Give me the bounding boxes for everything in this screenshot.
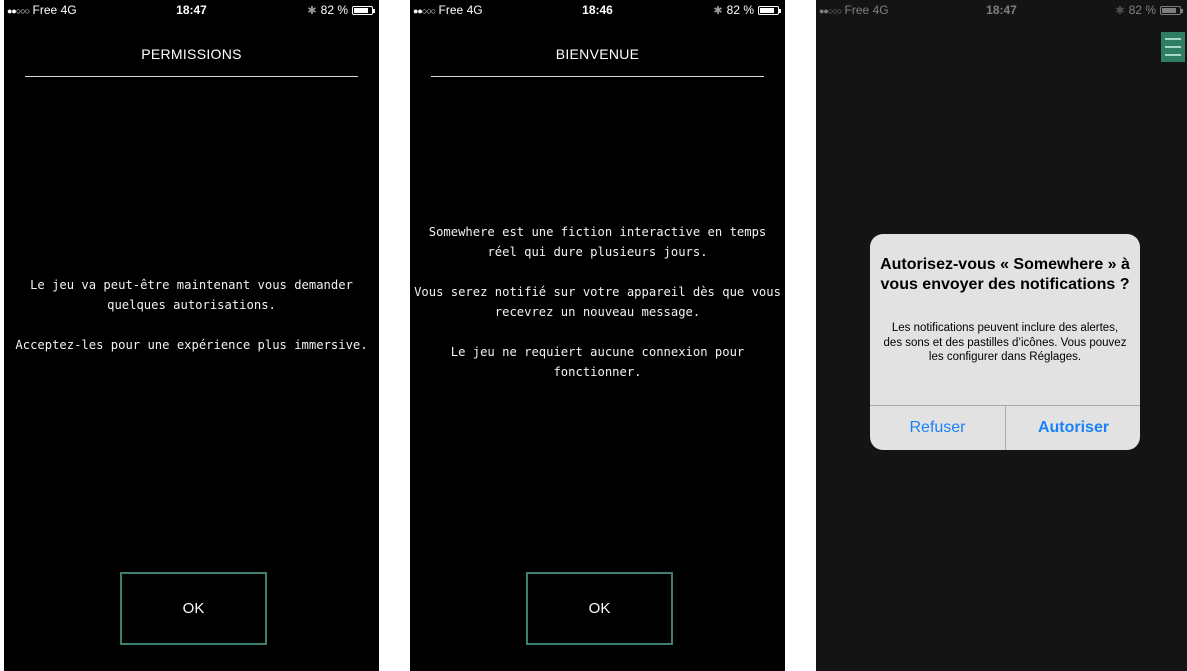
paragraph: Vous serez notifié sur votre appareil dè… xyxy=(414,285,781,319)
alert-title: Autorisez-vous « Somewhere » à vous envo… xyxy=(880,256,1130,293)
battery-fill xyxy=(1162,7,1176,13)
ok-button[interactable]: OK xyxy=(526,572,673,645)
allow-button[interactable]: Autoriser xyxy=(1006,406,1140,450)
intro-text: Somewhere est une fiction interactive en… xyxy=(414,222,781,382)
battery-fill xyxy=(760,7,774,13)
battery-icon xyxy=(1160,5,1183,15)
battery-icon xyxy=(352,5,375,15)
welcome-screen: ●●○○○ Free 4G 18:46 ✱ 82 % BIENVENUE Som… xyxy=(410,0,785,671)
paragraph: Somewhere est une fiction interactive en… xyxy=(428,225,767,259)
status-bar: ●●○○○ Free 4G 18:47 ✱ 82 % xyxy=(816,0,1187,20)
alert-message: Les notifications peuvent inclure des al… xyxy=(883,322,1127,363)
hamburger-menu-icon[interactable] xyxy=(1161,32,1185,62)
status-bar: ●●○○○ Free 4G 18:47 ✱ 82 % xyxy=(4,0,379,20)
battery-percent: 82 % xyxy=(1128,3,1156,17)
notification-alert-dialog: Autorisez-vous « Somewhere » à vous envo… xyxy=(870,234,1140,450)
refuse-button[interactable]: Refuser xyxy=(870,406,1005,450)
page-title: BIENVENUE xyxy=(555,46,640,62)
header-divider xyxy=(25,76,358,77)
bluetooth-icon: ✱ xyxy=(307,4,317,17)
permissions-screen: ●●○○○ Free 4G 18:47 ✱ 82 % PERMISSIONS L… xyxy=(4,0,379,671)
battery-icon xyxy=(758,5,781,15)
page-title: PERMISSIONS xyxy=(141,46,242,62)
bluetooth-icon: ✱ xyxy=(1115,4,1125,17)
header-divider xyxy=(431,76,764,77)
bluetooth-icon: ✱ xyxy=(713,4,723,17)
ok-button[interactable]: OK xyxy=(120,572,267,645)
paragraph: Le jeu va peut-être maintenant vous dema… xyxy=(30,278,353,312)
status-bar: ●●○○○ Free 4G 18:46 ✱ 82 % xyxy=(410,0,785,20)
battery-fill xyxy=(354,7,368,13)
intro-text: Le jeu va peut-être maintenant vous dema… xyxy=(8,275,375,355)
paragraph: Le jeu ne requiert aucune connexion pour… xyxy=(450,345,745,379)
battery-percent: 82 % xyxy=(726,3,754,17)
battery-percent: 82 % xyxy=(320,3,348,17)
paragraph: Acceptez-les pour une expérience plus im… xyxy=(15,338,368,352)
notification-permission-screen: ●●○○○ Free 4G 18:47 ✱ 82 % Autorisez-vou… xyxy=(816,0,1187,671)
